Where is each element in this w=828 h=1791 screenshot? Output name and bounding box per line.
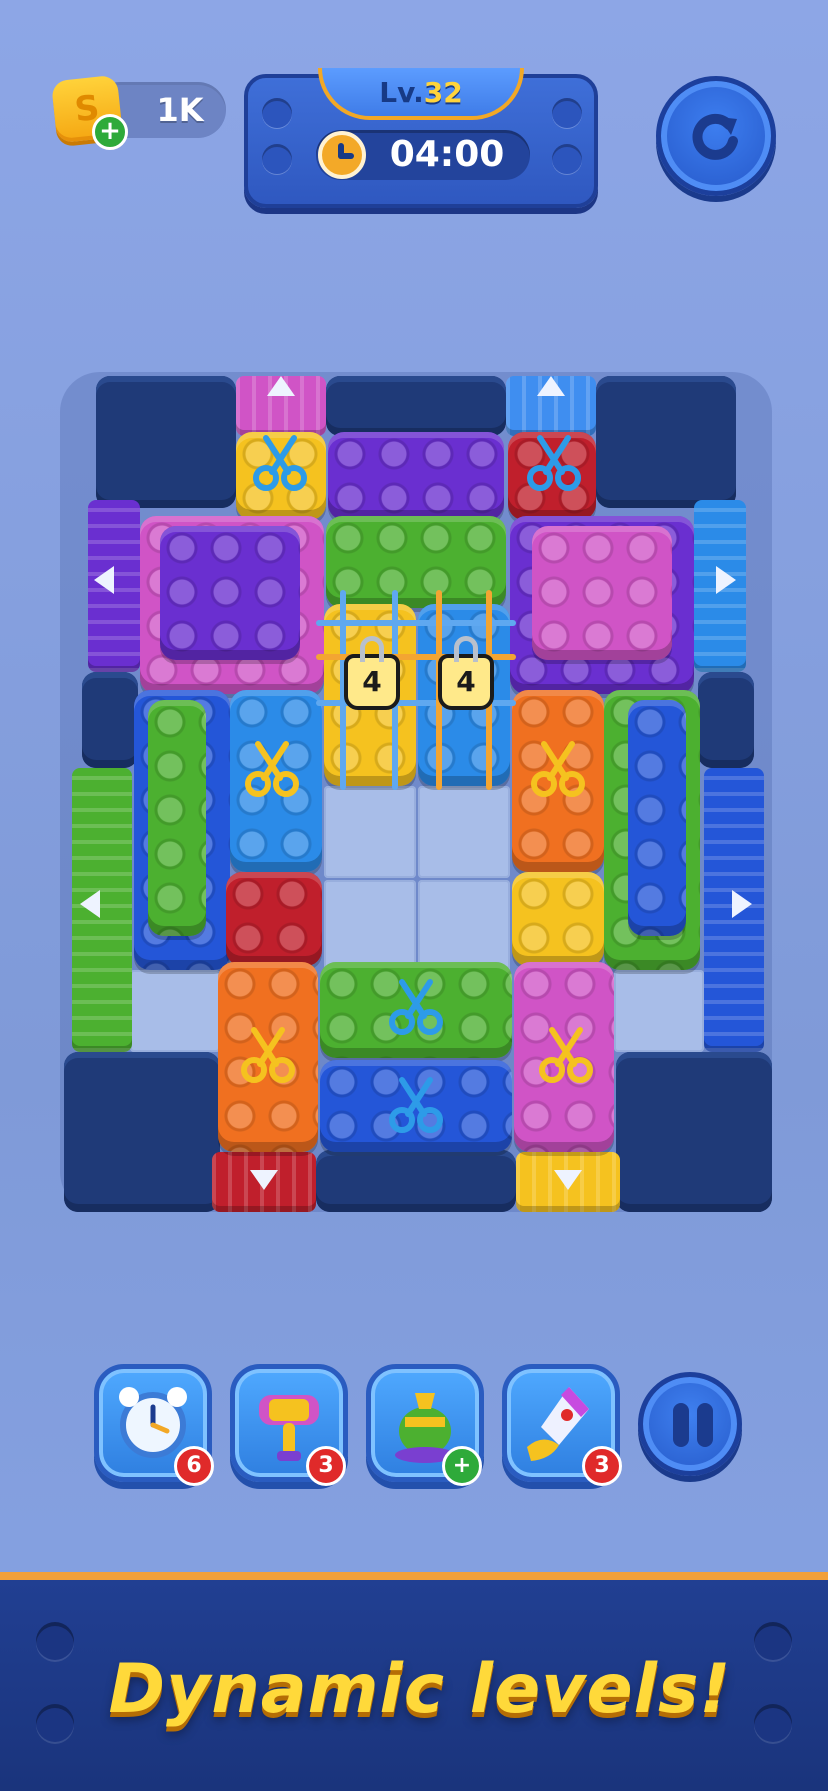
floor-tile <box>130 970 220 1052</box>
scissors-icon <box>241 1027 295 1083</box>
brick-yellow-small[interactable] <box>512 872 604 966</box>
timer-text: 04:00 <box>389 134 505 175</box>
restart-button[interactable] <box>656 76 776 196</box>
booster-count-badge: 3 <box>582 1446 622 1486</box>
brick-purple-top[interactable] <box>328 432 504 520</box>
left-arrow-icon <box>94 566 114 594</box>
scissors-icon <box>389 1077 443 1133</box>
left-arrow-icon <box>80 890 100 918</box>
brick-red-small[interactable] <box>226 872 322 966</box>
lock-icon: 4 <box>438 636 494 710</box>
scissors-icon <box>539 1027 593 1083</box>
banner-bolt <box>754 1704 792 1742</box>
down-arrow-icon <box>554 1170 582 1190</box>
brick-green-mid[interactable] <box>326 516 506 608</box>
floor-tile <box>418 786 510 878</box>
add-coins-button[interactable]: + <box>92 114 128 150</box>
panel-bolt <box>552 144 582 174</box>
level-number: 32 <box>423 75 463 109</box>
booster-add-badge[interactable]: + <box>442 1446 482 1486</box>
clock-icon <box>318 131 366 179</box>
panel-bolt <box>262 144 292 174</box>
scissors-icon <box>245 741 299 797</box>
coin-value: 1K <box>156 91 204 129</box>
floor-tile <box>614 970 704 1052</box>
wall-block <box>698 672 754 768</box>
floor-tile <box>418 880 510 972</box>
floor-tile <box>324 880 416 972</box>
scissors-icon <box>531 741 585 797</box>
restart-icon <box>692 113 738 160</box>
brick-purple-stacked[interactable] <box>160 526 300 660</box>
lock-count: 4 <box>456 665 476 698</box>
brick-blue-stacked[interactable] <box>628 700 686 936</box>
plus-icon: + <box>99 116 121 146</box>
banner-bolt <box>36 1704 74 1742</box>
level-prefix: Lv. <box>379 75 424 109</box>
panel-bolt <box>552 98 582 128</box>
booster-count-badge: 3 <box>306 1446 346 1486</box>
right-arrow-icon <box>732 890 752 918</box>
floor-tile <box>324 786 416 878</box>
wall-block <box>96 376 236 508</box>
banner-bolt <box>754 1622 792 1660</box>
brick-green-stacked[interactable] <box>148 700 206 936</box>
lock-count: 4 <box>362 665 382 698</box>
pause-button[interactable] <box>638 1372 742 1476</box>
down-arrow-icon <box>250 1170 278 1190</box>
banner-headline: Dynamic levels! <box>108 1650 732 1729</box>
lock-icon: 4 <box>344 636 400 710</box>
booster-count-badge: 6 <box>174 1446 214 1486</box>
banner-bolt <box>36 1622 74 1660</box>
up-arrow-icon <box>267 376 295 396</box>
right-arrow-icon <box>716 566 736 594</box>
scissors-icon <box>527 435 581 491</box>
scissors-icon <box>389 979 443 1035</box>
wall-block <box>616 1052 772 1212</box>
wall-block <box>316 1150 516 1212</box>
wall-block <box>82 672 138 768</box>
wall-block <box>64 1052 220 1212</box>
wall-block <box>596 376 736 508</box>
brick-pink-stacked[interactable] <box>532 526 672 660</box>
up-arrow-icon <box>537 376 565 396</box>
panel-bolt <box>262 98 292 128</box>
wall-block <box>326 376 506 436</box>
scissors-icon <box>253 435 307 491</box>
level-label: Lv. 32 <box>318 68 524 120</box>
